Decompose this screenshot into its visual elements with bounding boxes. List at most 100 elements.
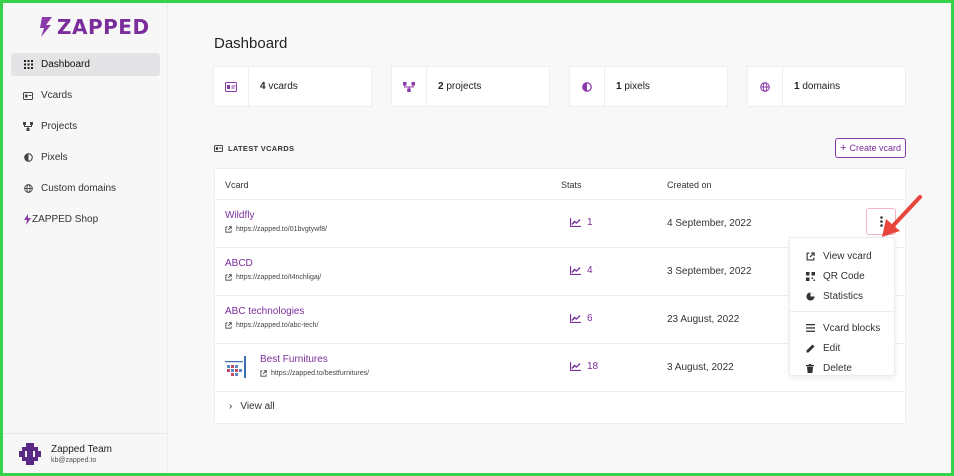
create-vcard-label: Create vcard xyxy=(849,143,901,153)
vcard-name-link[interactable]: Wildfly xyxy=(225,210,254,221)
sidebar-item-pixels[interactable]: Pixels xyxy=(11,146,160,169)
sidebar-item-label: Pixels xyxy=(41,152,68,163)
menu-item-label: Edit xyxy=(823,342,841,354)
vcard-url-link[interactable]: https://zapped.to/bestfurnitures/ xyxy=(260,370,369,377)
sitemap-icon xyxy=(21,122,35,131)
row-actions-dropdown: View vcard QR Code Statistics Vcard bloc… xyxy=(789,237,895,376)
external-link-icon xyxy=(260,370,267,377)
chart-line-icon xyxy=(570,266,581,275)
globe-icon xyxy=(748,66,783,107)
zapped-logo-icon xyxy=(40,17,52,37)
view-all-label: View all xyxy=(240,401,275,412)
sidebar-item-projects[interactable]: Projects xyxy=(11,115,160,138)
vcard-stats-link[interactable]: 1 xyxy=(570,217,593,228)
stat-count: 1 xyxy=(794,81,800,92)
menu-item-statistics[interactable]: Statistics xyxy=(790,286,894,306)
sidebar-item-label: ZAPPED Shop xyxy=(32,214,99,225)
vcard-url: https://zapped.to/01bvgtywf8/ xyxy=(236,226,328,233)
menu-item-edit[interactable]: Edit xyxy=(790,338,894,358)
stat-label: pixels xyxy=(624,81,650,92)
id-card-icon xyxy=(214,145,223,152)
stat-card-domains[interactable]: 1 domains xyxy=(747,66,906,107)
id-card-icon xyxy=(214,66,249,107)
vcard-name-link[interactable]: ABC technologies xyxy=(225,306,305,317)
external-link-icon xyxy=(225,226,232,233)
vcard-url-link[interactable]: https://zapped.to/t4nchligaj/ xyxy=(225,274,321,281)
main-content: Dashboard 4 vcards 2 projects 1 pixels 1… xyxy=(168,3,951,473)
vcard-url-link[interactable]: https://zapped.to/01bvgtywf8/ xyxy=(225,226,327,233)
sidebar-item-label: Projects xyxy=(41,121,78,132)
sidebar-item-label: Custom domains xyxy=(41,183,117,194)
chart-line-icon xyxy=(570,362,581,371)
user-profile[interactable]: Zapped Team kb@zapped.to xyxy=(3,433,168,473)
sidebar-item-dashboard[interactable]: Dashboard xyxy=(11,53,160,76)
sidebar: ZAPPED Dashboard Vcards Projects Pixels xyxy=(3,3,168,473)
grid-icon xyxy=(21,60,35,69)
sidebar-item-label: Vcards xyxy=(41,90,73,101)
view-all-link[interactable]: › View all xyxy=(229,401,275,412)
plus-icon: + xyxy=(840,141,847,154)
vcard-name-link[interactable]: ABCD xyxy=(225,258,253,269)
stat-card-pixels[interactable]: 1 pixels xyxy=(569,66,728,107)
vcard-thumbnail xyxy=(225,356,246,378)
stat-label: projects xyxy=(446,81,482,92)
menu-item-label: Vcard blocks xyxy=(823,322,881,334)
stats-count: 4 xyxy=(587,265,593,276)
menu-item-vcard-blocks[interactable]: Vcard blocks xyxy=(790,318,894,338)
vcard-url: https://zapped.to/bestfurnitures/ xyxy=(271,370,370,377)
menu-divider xyxy=(790,311,894,312)
section-title-text: LATEST VCARDS xyxy=(228,144,295,153)
stat-count: 4 xyxy=(260,81,266,92)
menu-item-qr-code[interactable]: QR Code xyxy=(790,266,894,286)
bolt-icon xyxy=(23,214,31,225)
created-date: 4 September, 2022 xyxy=(667,218,752,229)
sidebar-item-custom-domains[interactable]: Custom domains xyxy=(11,177,160,200)
pencil-icon xyxy=(805,344,815,353)
sidebar-nav: Dashboard Vcards Projects Pixels Custom … xyxy=(11,53,160,239)
brand-name: ZAPPED xyxy=(57,15,150,39)
sitemap-icon xyxy=(392,66,427,107)
created-date: 23 August, 2022 xyxy=(667,314,740,325)
vcard-url: https://zapped.to/abc-tech/ xyxy=(236,322,319,329)
stat-card-projects[interactable]: 2 projects xyxy=(391,66,550,107)
avatar xyxy=(19,442,41,465)
annotation-arrow xyxy=(882,195,922,237)
pie-chart-icon xyxy=(805,291,815,301)
half-circle-icon xyxy=(570,66,605,107)
external-link-icon xyxy=(225,322,232,329)
sidebar-item-label: Dashboard xyxy=(41,59,90,70)
created-date: 3 August, 2022 xyxy=(667,362,734,373)
user-email: kb@zapped.to xyxy=(51,456,97,464)
sidebar-item-vcards[interactable]: Vcards xyxy=(11,84,160,107)
sidebar-item-zapped-shop[interactable]: ZAPPED Shop xyxy=(11,208,160,231)
stat-count: 2 xyxy=(438,81,444,92)
menu-item-label: Statistics xyxy=(823,290,864,302)
stats-count: 18 xyxy=(587,361,599,372)
create-vcard-button[interactable]: + Create vcard xyxy=(835,138,906,158)
vcard-stats-link[interactable]: 6 xyxy=(570,313,593,324)
vcard-url-link[interactable]: https://zapped.to/abc-tech/ xyxy=(225,322,319,329)
chart-line-icon xyxy=(570,314,581,323)
created-date: 3 September, 2022 xyxy=(667,266,752,277)
column-header-vcard: Vcard xyxy=(225,180,249,190)
id-card-icon xyxy=(21,91,35,100)
stats-count: 6 xyxy=(587,313,593,324)
stat-card-vcards[interactable]: 4 vcards xyxy=(213,66,372,107)
page-title: Dashboard xyxy=(214,35,288,52)
stat-label: domains xyxy=(802,81,841,92)
half-circle-icon xyxy=(21,153,35,162)
menu-item-label: Delete xyxy=(823,362,852,374)
globe-icon xyxy=(21,184,35,193)
brand-logo[interactable]: ZAPPED xyxy=(39,15,150,39)
column-header-created: Created on xyxy=(667,180,712,190)
external-link-icon xyxy=(805,251,815,261)
bars-icon xyxy=(805,324,815,332)
stat-label: vcards xyxy=(268,81,298,92)
vcard-name-link[interactable]: Best Furnitures xyxy=(260,354,328,365)
chevron-right-icon: › xyxy=(229,401,233,412)
menu-item-delete[interactable]: Delete xyxy=(790,358,894,378)
user-name: Zapped Team xyxy=(51,443,112,455)
vcard-stats-link[interactable]: 4 xyxy=(570,265,593,276)
vcard-stats-link[interactable]: 18 xyxy=(570,361,598,372)
menu-item-view-vcard[interactable]: View vcard xyxy=(790,246,894,266)
